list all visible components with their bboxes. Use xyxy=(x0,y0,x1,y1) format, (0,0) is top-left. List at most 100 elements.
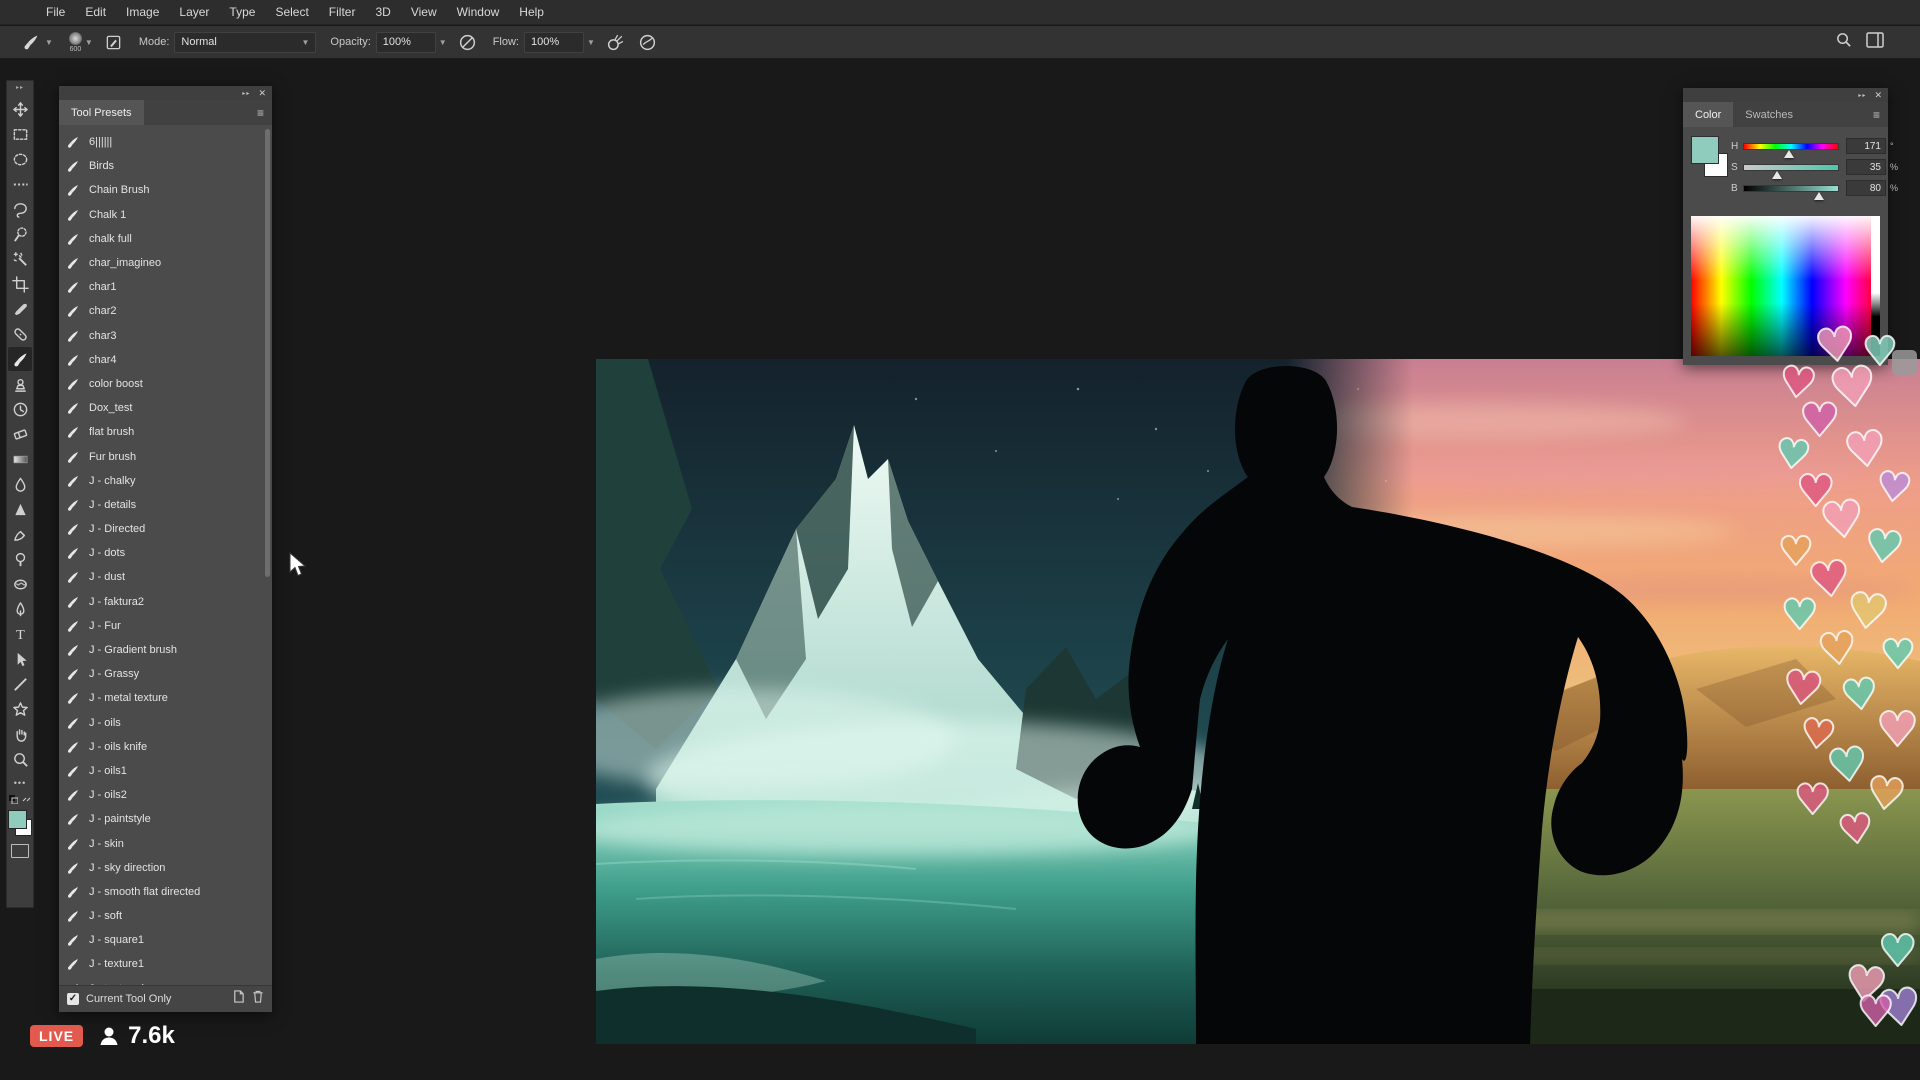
smudge-tool[interactable] xyxy=(8,522,32,546)
preset-item[interactable]: J - soft xyxy=(66,904,272,928)
preset-item[interactable]: J - oils xyxy=(66,711,272,735)
single-row-marquee-tool[interactable] xyxy=(8,172,32,196)
chevron-down-icon[interactable]: ▼ xyxy=(439,38,447,47)
blend-mode-select[interactable]: Normal ▼ xyxy=(174,32,316,53)
default-colors-icon[interactable] xyxy=(9,795,31,804)
preset-item[interactable]: J - skin xyxy=(66,831,272,855)
panel-collapse-icon[interactable]: ▸▸ xyxy=(242,90,250,97)
preset-item[interactable]: char2 xyxy=(66,299,272,323)
slider-thumb[interactable] xyxy=(1772,171,1782,179)
screen-mode-icon[interactable] xyxy=(11,844,29,858)
delete-preset-icon[interactable] xyxy=(252,990,264,1008)
preset-item[interactable]: J - oils1 xyxy=(66,759,272,783)
s-slider[interactable] xyxy=(1743,164,1839,171)
line-tool[interactable] xyxy=(8,672,32,696)
blur-tool[interactable] xyxy=(8,472,32,496)
chevron-down-icon[interactable]: ▼ xyxy=(85,38,93,47)
s-value-field[interactable]: 35 xyxy=(1846,159,1886,175)
preset-item[interactable]: J - metal texture xyxy=(66,686,272,710)
panel-menu-icon[interactable]: ≡ xyxy=(249,100,272,125)
healing-brush-tool[interactable] xyxy=(8,322,32,346)
menu-file[interactable]: File xyxy=(36,0,75,25)
preset-item[interactable]: char1 xyxy=(66,275,272,299)
document-canvas[interactable] xyxy=(596,359,1920,1044)
b-slider[interactable] xyxy=(1743,185,1839,192)
preset-item[interactable]: J - Gradient brush xyxy=(66,638,272,662)
preset-item[interactable]: J - paintstyle xyxy=(66,807,272,831)
preset-item[interactable]: J - square1 xyxy=(66,928,272,952)
sponge-tool[interactable] xyxy=(8,572,32,596)
lasso-tool[interactable] xyxy=(8,197,32,221)
quick-selection-tool[interactable] xyxy=(8,222,32,246)
menu-image[interactable]: Image xyxy=(116,0,169,25)
preset-item[interactable]: char4 xyxy=(66,348,272,372)
opacity-pressure-icon[interactable] xyxy=(457,31,479,53)
menu-layer[interactable]: Layer xyxy=(169,0,219,25)
menu-type[interactable]: Type xyxy=(219,0,265,25)
menu-filter[interactable]: Filter xyxy=(319,0,366,25)
new-preset-icon[interactable] xyxy=(232,990,245,1008)
tab-swatches[interactable]: Swatches xyxy=(1733,102,1805,127)
preset-item[interactable]: chalk full xyxy=(66,227,272,251)
preset-item[interactable]: Chain Brush xyxy=(66,178,272,202)
panel-grip-icon[interactable]: ▸▸ xyxy=(16,83,24,93)
panel-menu-icon[interactable]: ≡ xyxy=(1865,102,1888,127)
preset-item[interactable]: J - Directed xyxy=(66,517,272,541)
preset-item[interactable]: Fur brush xyxy=(66,444,272,468)
menu-window[interactable]: Window xyxy=(447,0,510,25)
preset-item[interactable]: J - smooth flat directed xyxy=(66,880,272,904)
preset-item[interactable]: J - texture1 xyxy=(66,952,272,976)
slider-thumb[interactable] xyxy=(1784,150,1794,158)
preset-item[interactable]: J - Fur xyxy=(66,614,272,638)
h-slider[interactable] xyxy=(1743,143,1839,150)
panel-collapse-icon[interactable]: ▸▸ xyxy=(1858,92,1866,99)
preset-item[interactable]: J - textured square xyxy=(66,977,272,985)
clone-stamp-tool[interactable] xyxy=(8,372,32,396)
dodge-tool[interactable] xyxy=(8,547,32,571)
preset-item[interactable]: Chalk 1 xyxy=(66,203,272,227)
edit-toolbar-icon[interactable]: ••• xyxy=(14,778,26,788)
preset-item[interactable]: J - Grassy xyxy=(66,662,272,686)
search-icon[interactable] xyxy=(1835,31,1852,53)
preset-item[interactable]: J - faktura2 xyxy=(66,590,272,614)
preset-item[interactable]: Dox_test xyxy=(66,396,272,420)
type-tool[interactable]: T xyxy=(8,622,32,646)
menu-help[interactable]: Help xyxy=(509,0,554,25)
preset-item[interactable]: J - chalky xyxy=(66,469,272,493)
menu-view[interactable]: View xyxy=(401,0,447,25)
chevron-down-icon[interactable]: ▼ xyxy=(587,38,595,47)
opacity-field[interactable]: 100% xyxy=(376,32,436,53)
close-icon[interactable]: ✕ xyxy=(258,89,266,98)
preset-item[interactable]: char3 xyxy=(66,324,272,348)
smoothing-icon[interactable] xyxy=(637,31,659,53)
preset-item[interactable]: J - oils knife xyxy=(66,735,272,759)
foreground-color-swatch[interactable] xyxy=(1691,136,1719,164)
current-tool-only-checkbox[interactable]: ✓ xyxy=(67,993,79,1005)
preset-item[interactable]: J - dots xyxy=(66,541,272,565)
preset-item[interactable]: flat brush xyxy=(66,420,272,444)
scrollbar-thumb[interactable] xyxy=(265,129,270,577)
eyedropper-tool[interactable] xyxy=(8,297,32,321)
pen-tool[interactable] xyxy=(8,597,32,621)
preset-item[interactable]: J - dust xyxy=(66,565,272,589)
preset-item[interactable]: J - oils2 xyxy=(66,783,272,807)
preset-item[interactable]: Birds xyxy=(66,154,272,178)
preset-item[interactable]: 6|||||| xyxy=(66,130,272,154)
move-tool[interactable] xyxy=(8,97,32,121)
collapsed-panel-button[interactable] xyxy=(1892,350,1917,375)
menu-select[interactable]: Select xyxy=(265,0,318,25)
workspace-switcher-icon[interactable] xyxy=(1866,32,1884,53)
hand-tool[interactable] xyxy=(8,722,32,746)
eraser-tool[interactable] xyxy=(8,422,32,446)
menu-edit[interactable]: Edit xyxy=(75,0,116,25)
tool-preset-picker[interactable]: ▼ xyxy=(10,31,53,53)
color-spectrum-picker[interactable] xyxy=(1691,216,1880,356)
sharpen-tool[interactable] xyxy=(8,497,32,521)
tab-color[interactable]: Color xyxy=(1683,102,1733,127)
preset-item[interactable]: char_imagineo xyxy=(66,251,272,275)
brush-tool[interactable] xyxy=(8,347,32,371)
b-value-field[interactable]: 80 xyxy=(1846,180,1886,196)
zoom-tool[interactable] xyxy=(8,747,32,771)
airbrush-icon[interactable] xyxy=(605,31,627,53)
brush-size-preview[interactable]: 600 xyxy=(69,32,82,53)
